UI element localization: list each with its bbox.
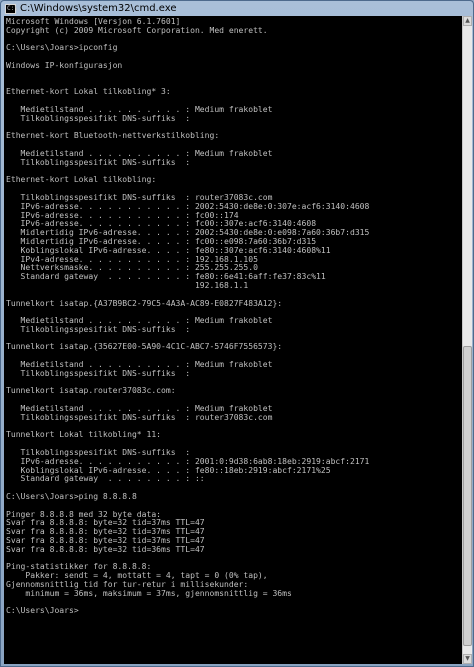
console-line: Tunnelkort isatap.{A37B9BC2-79C5-4A3A-AC…	[6, 298, 283, 308]
scroll-up-icon[interactable]: ▲	[463, 16, 472, 26]
console-line: Tilkoblingsspesifikt DNS-suffiks :	[6, 324, 191, 334]
console-line: Copyright (c) 2009 Microsoft Corporation…	[6, 25, 268, 35]
console-line: Ethernet-kort Bluetooth-nettverkstilkobl…	[6, 131, 220, 141]
scroll-thumb[interactable]	[463, 346, 472, 646]
console-line: Tilkoblingsspesifikt DNS-suffiks :	[6, 157, 191, 167]
console-text: Microsoft Windows [Versjon 6.1.7601] Copy…	[4, 16, 462, 616]
console-line: minimum = 36ms, maksimum = 37ms, gjennom…	[6, 588, 292, 598]
console-line: Tilkoblingsspesifikt DNS-suffiks : route…	[6, 412, 273, 422]
console-line: Standard gateway . . . . . . . . : ::	[6, 474, 205, 484]
vertical-scrollbar[interactable]: ▲ ▼	[462, 16, 472, 664]
console-line: Tunnelkort isatap.{35627E00-5A90-4C1C-AB…	[6, 342, 283, 352]
scroll-down-icon[interactable]: ▼	[463, 654, 472, 664]
console-line: Tunnelkort isatap.router37083c.com:	[6, 386, 176, 396]
console-line: 192.168.1.1	[6, 280, 249, 290]
console-line: C:\Users\Joars>ipconfig	[6, 43, 118, 53]
console-line: Tilkoblingsspesifikt DNS-suffiks :	[6, 113, 191, 123]
console-icon[interactable]: C:\	[5, 3, 18, 14]
console-line: Ethernet-kort Lokal tilkobling* 3:	[6, 87, 171, 97]
console-line: Ethernet-kort Lokal tilkobling:	[6, 175, 157, 185]
window-title: C:\Windows\system32\cmd.exe	[20, 3, 177, 14]
console-line: Tunnelkort Lokal tilkobling* 11:	[6, 430, 162, 440]
console-line: Tilkoblingsspesifikt DNS-suffiks :	[6, 368, 191, 378]
cmd-window: C:\ C:\Windows\system32\cmd.exe Microsof…	[0, 0, 474, 667]
console-line: C:\Users\Joars>ping 8.8.8.8	[6, 492, 137, 502]
console-line: Svar fra 8.8.8.8: byte=32 tid=36ms TTL=4…	[6, 544, 205, 554]
console-line: C:\Users\Joars>	[6, 606, 79, 616]
console-line: Windows IP-konfigurasjon	[6, 60, 123, 70]
console-output[interactable]: Microsoft Windows [Versjon 6.1.7601] Copy…	[4, 16, 462, 664]
title-bar[interactable]: C:\ C:\Windows\system32\cmd.exe	[1, 1, 473, 16]
